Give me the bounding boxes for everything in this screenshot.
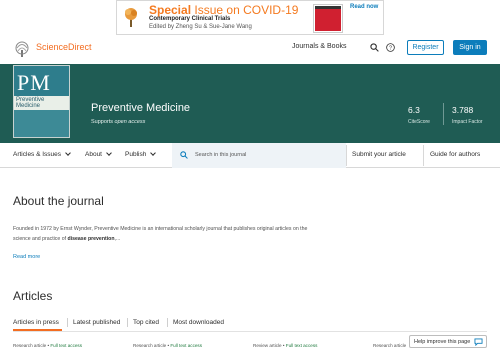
submit-article-link[interactable]: Submit your article	[352, 151, 406, 158]
tab-divider	[67, 318, 68, 327]
read-more-link[interactable]: Read more	[13, 254, 40, 260]
article-meta: Research article • Full text access	[13, 343, 83, 348]
help-icon[interactable]: ?	[386, 43, 395, 52]
journals-books-link[interactable]: Journals & Books	[292, 43, 346, 50]
active-tab-indicator	[13, 329, 62, 331]
about-heading: About the journal	[13, 194, 104, 208]
about-description-line1: Founded in 1972 by Ernst Wynder, Prevent…	[13, 226, 308, 232]
banner-read-now-link[interactable]: Read now	[350, 4, 378, 10]
nav-divider	[423, 145, 424, 166]
journal-search-input[interactable]: Search in this journal	[172, 143, 346, 168]
tab-top-cited[interactable]: Top cited	[133, 319, 159, 326]
journal-hero	[0, 64, 500, 143]
chevron-down-icon	[106, 149, 112, 156]
open-access-label: Supports open access	[91, 119, 146, 125]
banner-editors: Edited by Zheng Su & Sue-Jane Wang	[149, 24, 252, 30]
metric-divider	[443, 103, 444, 125]
register-button[interactable]: Register	[407, 40, 444, 55]
chat-bubble-icon	[474, 338, 483, 346]
chevron-down-icon	[150, 149, 157, 156]
tab-divider	[127, 318, 128, 327]
elsevier-tree-icon	[125, 8, 137, 27]
guide-for-authors-link[interactable]: Guide for authors	[430, 151, 480, 158]
banner-cover-image	[313, 4, 343, 33]
about-description-line2: science and practice of disease preventi…	[13, 236, 121, 242]
articles-heading: Articles	[13, 289, 53, 303]
chevron-down-icon	[65, 149, 71, 156]
feedback-button[interactable]: Help improve this page	[409, 335, 487, 348]
sign-in-button[interactable]: Sign in	[453, 40, 487, 55]
journal-cover-image: PM Preventive Medicine	[13, 65, 70, 138]
impact-factor-metric[interactable]: 3.788 Impact Factor	[452, 105, 483, 125]
elsevier-logo-icon[interactable]	[12, 41, 32, 57]
citescore-metric[interactable]: 6.3 CiteScore	[408, 105, 430, 125]
promo-banner[interactable]: Special Issue on COVID-19 Contemporary C…	[116, 0, 384, 35]
nav-articles-issues[interactable]: Articles & Issues	[13, 149, 71, 158]
tab-articles-in-press[interactable]: Articles in press	[13, 319, 59, 326]
nav-divider	[346, 145, 347, 166]
tab-most-downloaded[interactable]: Most downloaded	[173, 319, 224, 326]
nav-publish[interactable]: Publish	[125, 149, 157, 158]
tabs-underline	[13, 331, 487, 332]
article-meta: Review article • Full text access	[253, 343, 318, 348]
tab-divider	[167, 318, 168, 327]
nav-about[interactable]: About	[85, 149, 112, 158]
tab-latest-published[interactable]: Latest published	[73, 319, 120, 326]
sciencedirect-logo[interactable]: ScienceDirect	[36, 42, 92, 52]
banner-subtitle: Contemporary Clinical Trials	[149, 16, 231, 22]
banner-title: Special Issue on COVID-19	[149, 3, 299, 17]
journal-title: Preventive Medicine	[91, 102, 191, 114]
article-meta: Research article	[373, 343, 407, 348]
svg-text:?: ?	[389, 46, 392, 52]
search-icon	[180, 151, 188, 159]
article-meta: Research article • Full text access	[133, 343, 203, 348]
search-icon[interactable]	[370, 43, 379, 52]
